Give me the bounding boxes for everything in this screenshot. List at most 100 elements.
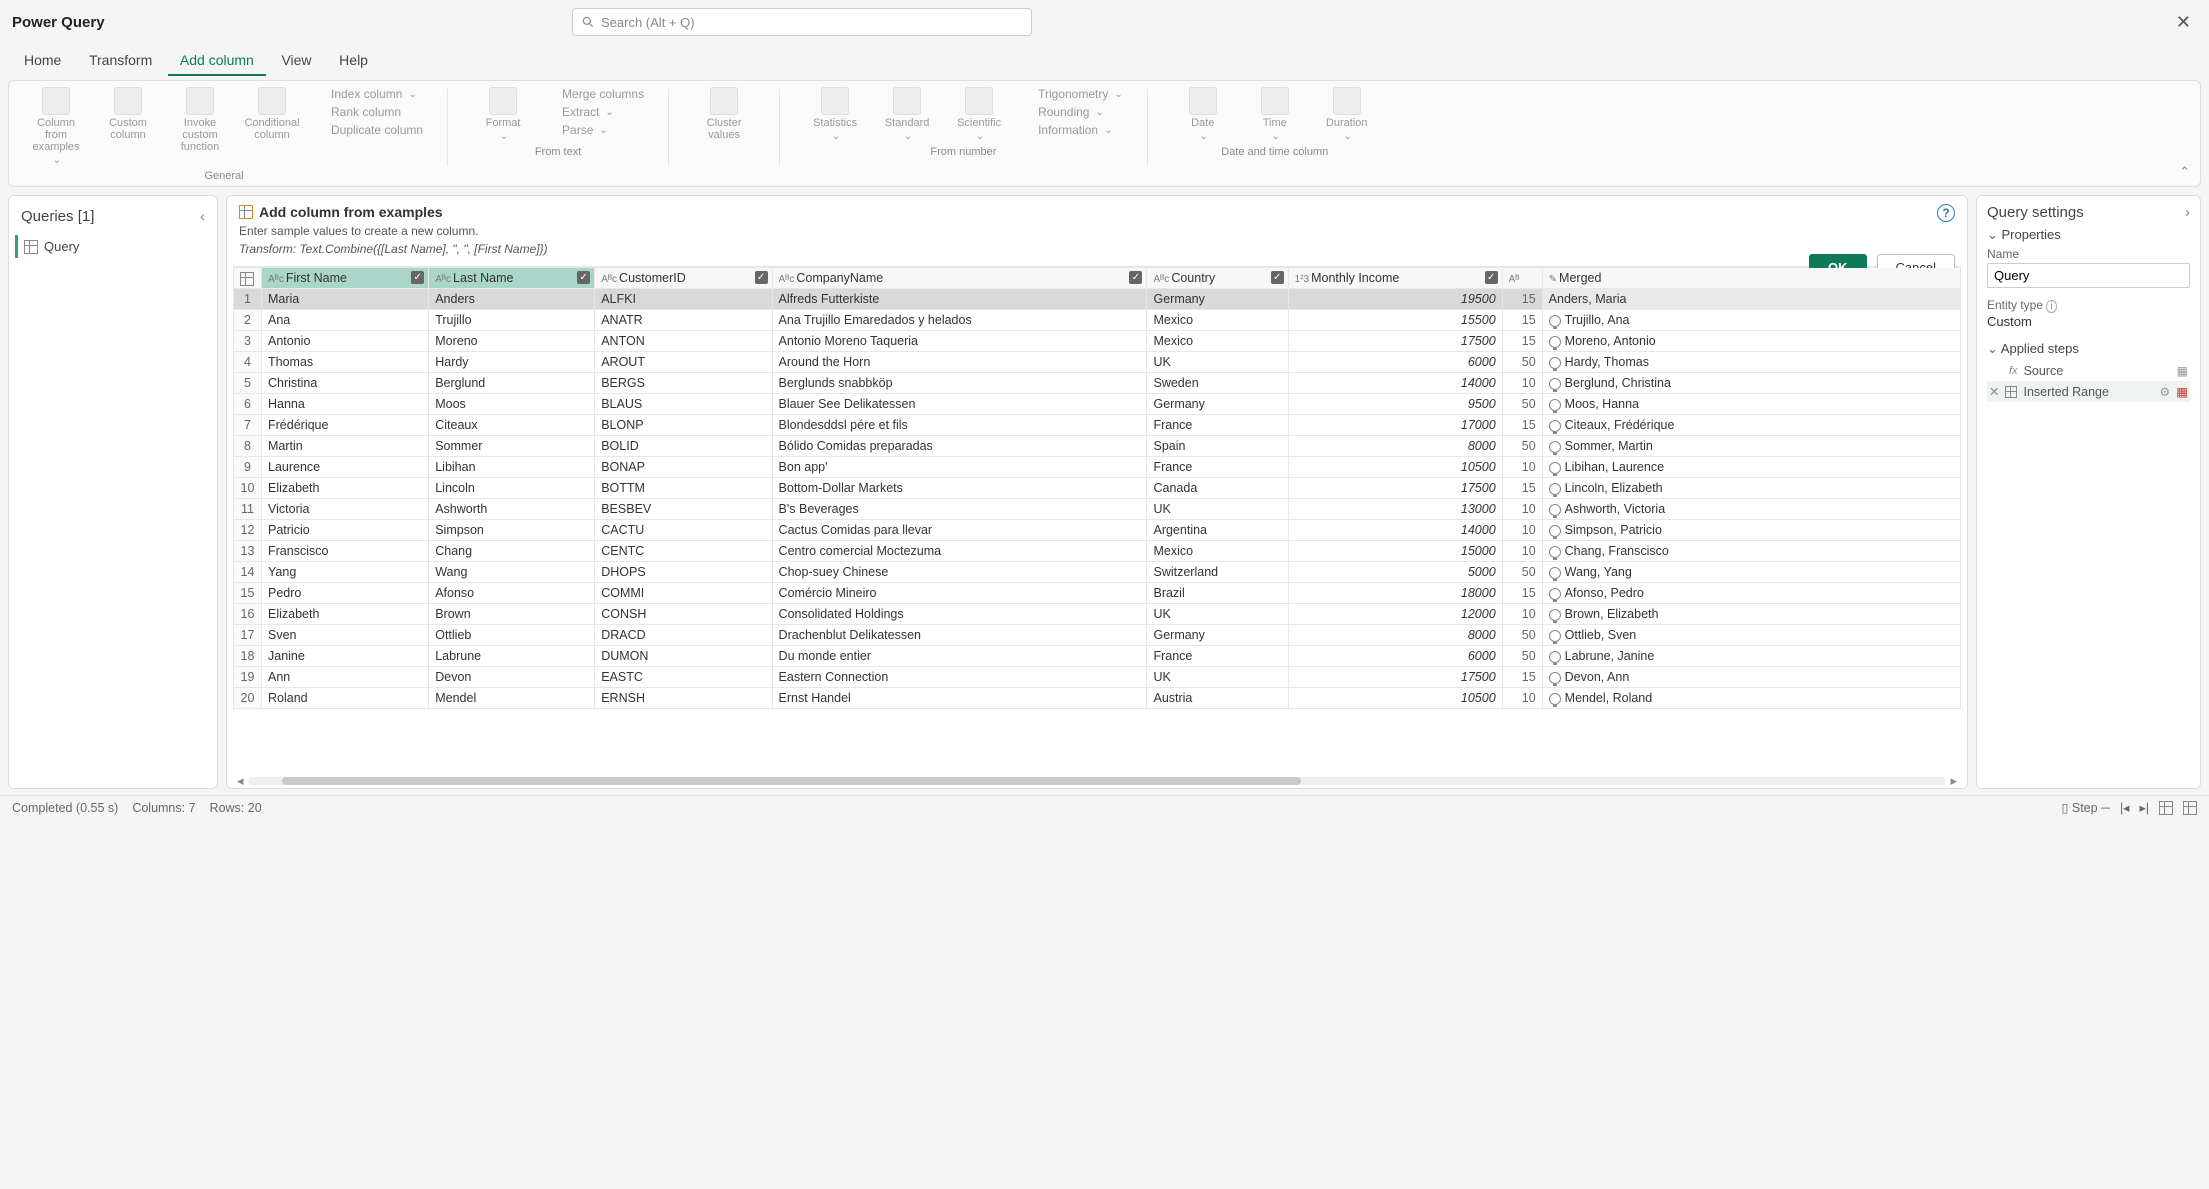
cell-first-name[interactable]: Ann: [262, 667, 429, 688]
cell-monthly-income[interactable]: 14000: [1288, 520, 1502, 541]
cell-last-name[interactable]: Wang: [429, 562, 595, 583]
cell-merged[interactable]: Ashworth, Victoria: [1542, 499, 1960, 520]
table-row[interactable]: 17SvenOttliebDRACDDrachenblut Delikatess…: [234, 625, 1961, 646]
step-nav[interactable]: ▯ Step ─: [2062, 800, 2110, 815]
row-number[interactable]: 6: [234, 394, 262, 415]
cell-first-name[interactable]: Pedro: [262, 583, 429, 604]
cell-first-name[interactable]: Thomas: [262, 352, 429, 373]
cell-partial[interactable]: 10: [1502, 457, 1542, 478]
cell-country[interactable]: UK: [1147, 499, 1288, 520]
table-row[interactable]: 12PatricioSimpsonCACTUCactus Comidas par…: [234, 520, 1961, 541]
conditional-column-button[interactable]: Conditional column: [241, 87, 303, 141]
row-number[interactable]: 2: [234, 310, 262, 331]
cell-monthly-income[interactable]: 8000: [1288, 625, 1502, 646]
cell-company-name[interactable]: Comércio Mineiro: [772, 583, 1147, 604]
cell-partial[interactable]: 50: [1502, 352, 1542, 373]
cell-monthly-income[interactable]: 13000: [1288, 499, 1502, 520]
cell-monthly-income[interactable]: 14000: [1288, 373, 1502, 394]
index-column-button[interactable]: Index column⌄: [313, 87, 423, 101]
cell-customer-id[interactable]: BLAUS: [595, 394, 772, 415]
step-error-icon[interactable]: ▦: [2176, 384, 2188, 399]
cell-first-name[interactable]: Elizabeth: [262, 478, 429, 499]
cell-customer-id[interactable]: COMMI: [595, 583, 772, 604]
table-row[interactable]: 15PedroAfonsoCOMMIComércio MineiroBrazil…: [234, 583, 1961, 604]
cell-partial[interactable]: 10: [1502, 541, 1542, 562]
cell-partial[interactable]: 15: [1502, 667, 1542, 688]
cell-company-name[interactable]: Drachenblut Delikatessen: [772, 625, 1147, 646]
cell-last-name[interactable]: Moreno: [429, 331, 595, 352]
table-row[interactable]: 5ChristinaBerglundBERGSBerglunds snabbkö…: [234, 373, 1961, 394]
cell-country[interactable]: Spain: [1147, 436, 1288, 457]
cell-customer-id[interactable]: BONAP: [595, 457, 772, 478]
tab-transform[interactable]: Transform: [77, 44, 164, 74]
cell-first-name[interactable]: Elizabeth: [262, 604, 429, 625]
row-number[interactable]: 15: [234, 583, 262, 604]
cell-partial[interactable]: 15: [1502, 478, 1542, 499]
merge-columns-button[interactable]: Merge columns: [544, 87, 644, 101]
row-header-corner[interactable]: [234, 268, 262, 289]
cell-partial[interactable]: 15: [1502, 583, 1542, 604]
tab-home[interactable]: Home: [12, 44, 73, 74]
row-number[interactable]: 14: [234, 562, 262, 583]
row-number[interactable]: 18: [234, 646, 262, 667]
cell-customer-id[interactable]: EASTC: [595, 667, 772, 688]
cell-monthly-income[interactable]: 5000: [1288, 562, 1502, 583]
column-from-examples-button[interactable]: Column from examples⌄: [25, 87, 87, 166]
cell-monthly-income[interactable]: 15000: [1288, 541, 1502, 562]
search-input[interactable]: Search (Alt + Q): [572, 8, 1032, 36]
time-button[interactable]: Time⌄: [1244, 87, 1306, 142]
cell-last-name[interactable]: Berglund: [429, 373, 595, 394]
cell-merged[interactable]: Brown, Elizabeth: [1542, 604, 1960, 625]
settings-collapse-button[interactable]: ›: [2185, 204, 2190, 221]
cell-company-name[interactable]: Cactus Comidas para llevar: [772, 520, 1147, 541]
cell-monthly-income[interactable]: 15500: [1288, 310, 1502, 331]
cell-last-name[interactable]: Hardy: [429, 352, 595, 373]
col-merged[interactable]: ✎Merged: [1542, 268, 1960, 289]
rank-column-button[interactable]: Rank column: [313, 105, 423, 119]
cell-merged[interactable]: Anders, Maria: [1542, 289, 1960, 310]
cell-last-name[interactable]: Ashworth: [429, 499, 595, 520]
cell-company-name[interactable]: Ernst Handel: [772, 688, 1147, 709]
cell-last-name[interactable]: Anders: [429, 289, 595, 310]
col-customer-id[interactable]: AᴮcCustomerID✓: [595, 268, 772, 289]
col-partial[interactable]: Aᴮ: [1502, 268, 1542, 289]
cell-country[interactable]: UK: [1147, 604, 1288, 625]
cell-last-name[interactable]: Mendel: [429, 688, 595, 709]
cell-company-name[interactable]: Antonio Moreno Taqueria: [772, 331, 1147, 352]
cell-first-name[interactable]: Hanna: [262, 394, 429, 415]
cell-customer-id[interactable]: BOLID: [595, 436, 772, 457]
table-row[interactable]: 4ThomasHardyAROUTAround the HornUK600050…: [234, 352, 1961, 373]
table-row[interactable]: 9LaurenceLibihanBONAPBon app'France10500…: [234, 457, 1961, 478]
collapse-ribbon-button[interactable]: ⌃: [2179, 164, 2190, 180]
delete-step-icon[interactable]: ✕: [1989, 384, 1999, 399]
cell-monthly-income[interactable]: 17500: [1288, 478, 1502, 499]
cell-customer-id[interactable]: DHOPS: [595, 562, 772, 583]
cell-company-name[interactable]: Bon app': [772, 457, 1147, 478]
cell-partial[interactable]: 15: [1502, 331, 1542, 352]
layout-view-icon[interactable]: [2183, 801, 2197, 815]
rounding-button[interactable]: Rounding⌄: [1020, 105, 1123, 119]
query-name-input[interactable]: [1987, 263, 2190, 288]
cell-last-name[interactable]: Chang: [429, 541, 595, 562]
gear-icon[interactable]: ⚙: [2159, 385, 2170, 399]
cell-merged[interactable]: Sommer, Martin: [1542, 436, 1960, 457]
cell-merged[interactable]: Afonso, Pedro: [1542, 583, 1960, 604]
step-settings-icon[interactable]: ▦: [2177, 364, 2188, 378]
cell-last-name[interactable]: Afonso: [429, 583, 595, 604]
row-number[interactable]: 10: [234, 478, 262, 499]
cell-first-name[interactable]: Martin: [262, 436, 429, 457]
row-number[interactable]: 19: [234, 667, 262, 688]
cell-first-name[interactable]: Maria: [262, 289, 429, 310]
cell-country[interactable]: Germany: [1147, 625, 1288, 646]
row-number[interactable]: 16: [234, 604, 262, 625]
col-monthly-income[interactable]: 1²3Monthly Income✓: [1288, 268, 1502, 289]
duplicate-column-button[interactable]: Duplicate column: [313, 123, 423, 137]
tab-view[interactable]: View: [269, 44, 323, 74]
cell-monthly-income[interactable]: 19500: [1288, 289, 1502, 310]
table-row[interactable]: 6HannaMoosBLAUSBlauer See DelikatessenGe…: [234, 394, 1961, 415]
cell-partial[interactable]: 50: [1502, 436, 1542, 457]
row-number[interactable]: 20: [234, 688, 262, 709]
cell-customer-id[interactable]: DUMON: [595, 646, 772, 667]
section-applied-steps[interactable]: Applied steps: [1987, 341, 2190, 357]
invoke-custom-function-button[interactable]: Invoke custom function: [169, 87, 231, 153]
